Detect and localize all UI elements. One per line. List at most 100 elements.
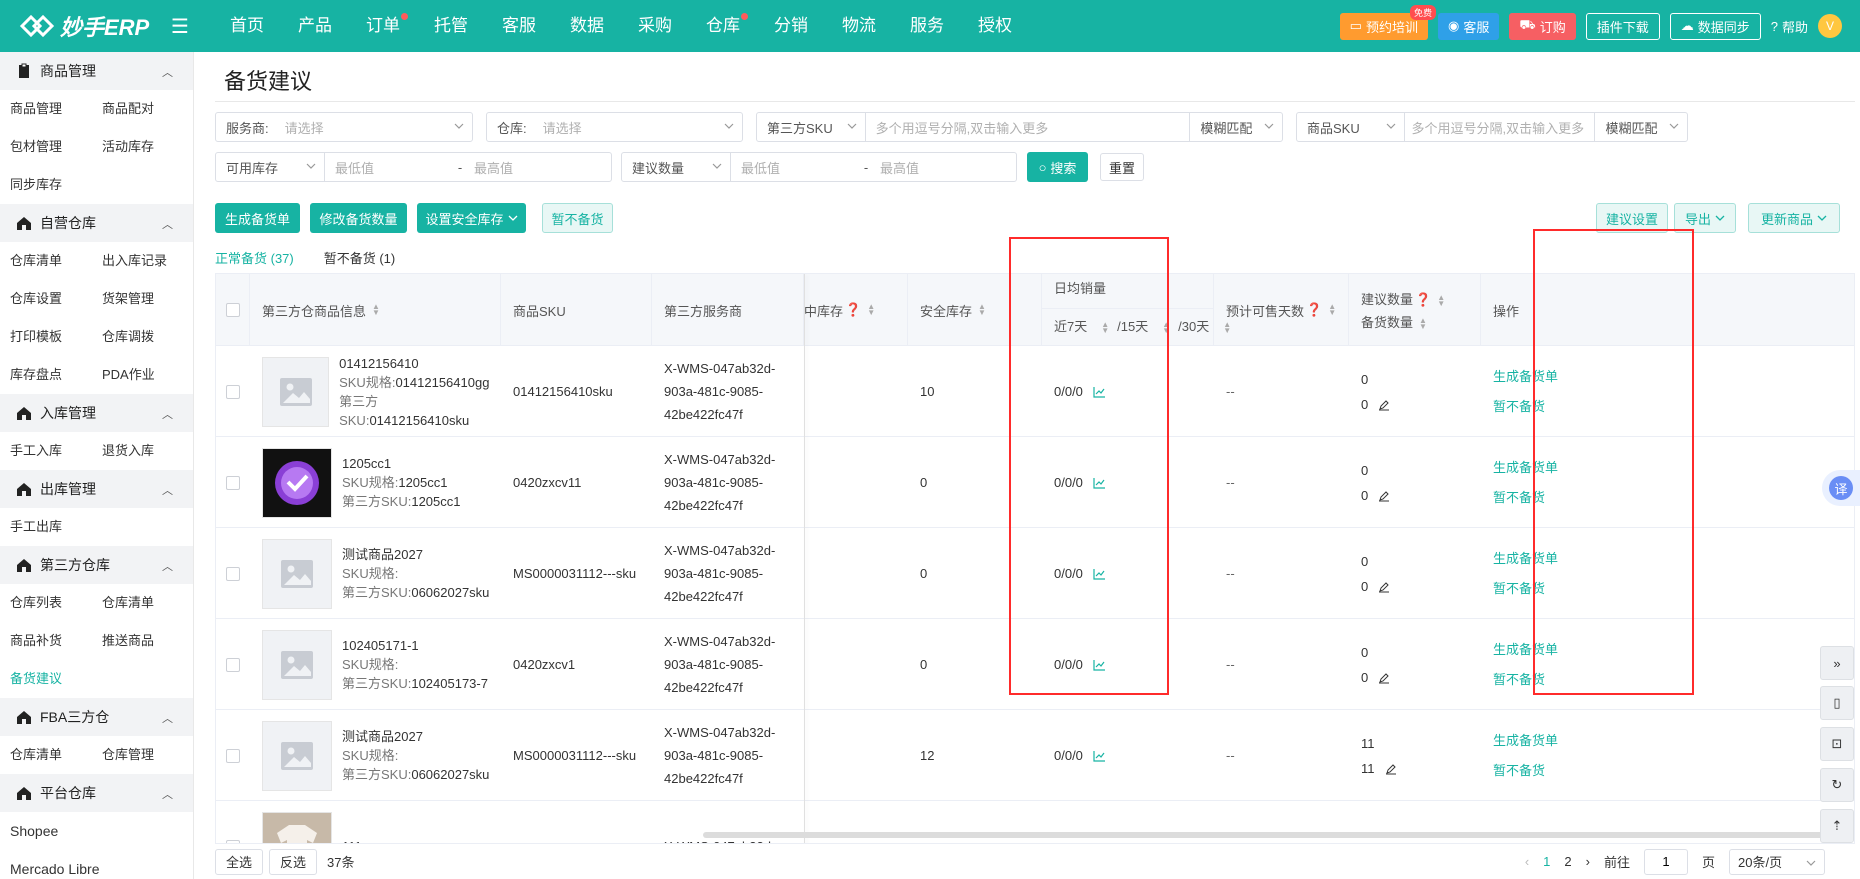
skip-stock-link[interactable]: 暂不备货 (1493, 665, 1558, 695)
edit-pencil-icon[interactable] (1378, 581, 1390, 593)
suggest-max-input[interactable]: 最高值 (876, 153, 1006, 181)
modify-stock-qty-button[interactable]: 修改备货数量 (310, 203, 407, 233)
nav-item-2[interactable]: 订单 (349, 0, 417, 52)
edit-pencil-icon[interactable] (1378, 672, 1390, 684)
translate-button[interactable]: 译 (1822, 470, 1860, 506)
reset-button[interactable]: 重置 (1100, 153, 1144, 181)
logo[interactable]: 妙手ERP (0, 10, 165, 42)
select-all-button[interactable]: 全选 (215, 848, 264, 875)
sidebar-item[interactable]: 包材管理 (10, 128, 102, 166)
nav-item-11[interactable]: 授权 (961, 0, 1029, 52)
header-select-all[interactable] (216, 274, 250, 346)
export-button[interactable]: 导出 (1674, 203, 1736, 233)
sidebar-group-3[interactable]: 出库管理 ︿ (0, 470, 193, 508)
mobile-icon[interactable]: ▯ (1820, 686, 1854, 720)
header-product-info[interactable]: 第三方仓商品信息 ▲ ▼ (250, 274, 501, 346)
sidebar-item[interactable]: 出入库记录 (102, 242, 193, 280)
sidebar-item[interactable]: 商品补货 (10, 622, 102, 660)
generate-stock-order-button[interactable]: 生成备货单 (215, 203, 300, 233)
checkbox[interactable] (226, 657, 240, 672)
provider-select[interactable]: 服务商: 请选择 (215, 112, 473, 142)
set-safety-stock-button[interactable]: 设置安全库存 (417, 203, 526, 233)
sort-icon[interactable]: ▲ ▼ (1101, 321, 1109, 345)
data-sync-button[interactable]: ☁ 数据同步 (1669, 12, 1761, 40)
sidebar-item[interactable]: 备货建议 (10, 660, 102, 698)
nav-item-7[interactable]: 仓库 (689, 0, 757, 52)
invert-selection-button[interactable]: 反选 (269, 848, 318, 875)
back-to-top-icon[interactable]: ⇡ (1820, 809, 1854, 843)
sidebar-item[interactable]: 活动库存 (102, 128, 193, 166)
sidebar-group-6[interactable]: 平台仓库 ︿ (0, 774, 193, 812)
training-button[interactable]: ▭ 预约培训 免费 (1339, 4, 1436, 40)
sidebar-group-5[interactable]: FBA三方仓 ︿ (0, 698, 193, 736)
nav-item-8[interactable]: 分销 (757, 0, 825, 52)
sidebar-group-0[interactable]: 商品管理 ︿ (0, 52, 193, 90)
checkbox[interactable] (226, 303, 240, 317)
third-sku-input[interactable]: 多个用逗号分隔,双击输入更多 (866, 113, 1190, 141)
sidebar-item[interactable]: 仓库列表 (10, 584, 102, 622)
nav-item-4[interactable]: 客服 (485, 0, 553, 52)
sidebar-item[interactable]: 仓库调拨 (102, 318, 193, 356)
checkbox[interactable] (226, 566, 240, 581)
skip-stock-link[interactable]: 暂不备货 (1493, 574, 1558, 604)
refresh-icon[interactable]: ↻ (1820, 768, 1854, 802)
edit-pencil-icon[interactable] (1378, 399, 1390, 411)
suggestion-settings-button[interactable]: 建议设置 (1596, 203, 1668, 233)
sidebar-group-1[interactable]: 自营仓库 ︿ (0, 204, 193, 242)
sort-icon[interactable]: ▲ ▼ (1437, 293, 1445, 307)
sidebar-item[interactable]: 手工入库 (10, 432, 102, 470)
menu-toggle-icon[interactable]: ☰ (165, 14, 195, 39)
sidebar-item-platform[interactable]: Shopee (0, 812, 193, 850)
nav-item-0[interactable]: 首页 (213, 0, 281, 52)
generate-order-link[interactable]: 生成备货单 (1493, 453, 1558, 483)
line-chart-icon[interactable] (1093, 568, 1106, 580)
edit-pencil-icon[interactable] (1385, 763, 1397, 775)
nav-item-5[interactable]: 数据 (553, 0, 621, 52)
sidebar-item-platform[interactable]: Mercado Libre (0, 850, 193, 879)
stock-max-input[interactable]: 最高值 (470, 153, 600, 181)
product-thumbnail[interactable] (262, 629, 332, 700)
header-transit-stock[interactable]: 中库存 ❓ ▲ ▼ (804, 274, 908, 346)
suggest-min-input[interactable]: 最低值 (731, 153, 856, 181)
sidebar-item[interactable]: PDA作业 (102, 356, 193, 394)
goto-page-input[interactable] (1643, 848, 1688, 875)
help-link[interactable]: ? 帮助 (1771, 17, 1808, 36)
generate-order-link[interactable]: 生成备货单 (1493, 362, 1558, 392)
feedback-icon[interactable]: ⊡ (1820, 727, 1854, 761)
fuzzy-match-select[interactable]: 模糊匹配 (1190, 113, 1282, 141)
stock-type-select[interactable]: 可用库存 (216, 153, 324, 181)
sidebar-item[interactable]: 仓库清单 (10, 736, 102, 774)
product-thumbnail[interactable] (262, 447, 332, 518)
product-sku-type-select[interactable]: 商品SKU (1297, 113, 1404, 141)
sidebar-group-2[interactable]: 入库管理 ︿ (0, 394, 193, 432)
product-thumbnail[interactable] (262, 720, 332, 791)
update-products-button[interactable]: 更新商品 (1748, 203, 1840, 233)
nav-item-9[interactable]: 物流 (825, 0, 893, 52)
nav-item-1[interactable]: 产品 (281, 0, 349, 52)
product-sku-input[interactable]: 多个用逗号分隔,双击输入更多 (1405, 113, 1594, 141)
nav-item-10[interactable]: 服务 (893, 0, 961, 52)
nav-item-6[interactable]: 采购 (621, 0, 689, 52)
generate-order-link[interactable]: 生成备货单 (1493, 726, 1558, 756)
prev-page-icon[interactable]: ‹ (1525, 854, 1529, 869)
sort-icon[interactable]: ▲ ▼ (372, 303, 380, 317)
checkbox[interactable] (226, 475, 240, 490)
plugin-download-button[interactable]: 插件下载 (1585, 12, 1660, 40)
header-safety-stock[interactable]: 安全库存 ▲ ▼ (908, 274, 1042, 346)
service-button[interactable]: ◉ 客服 (1437, 12, 1500, 40)
sidebar-item[interactable]: 推送商品 (102, 622, 193, 660)
sidebar-item[interactable]: 商品配对 (102, 90, 193, 128)
line-chart-icon[interactable] (1093, 659, 1106, 671)
line-chart-icon[interactable] (1093, 750, 1106, 762)
header-sellable-days[interactable]: 预计可售天数 ❓ ▲ ▼ (1214, 274, 1349, 346)
product-thumbnail[interactable] (262, 356, 330, 427)
stock-min-input[interactable]: 最低值 (325, 153, 450, 181)
warehouse-select[interactable]: 仓库: 请选择 (486, 112, 743, 142)
skip-stock-link[interactable]: 暂不备货 (1493, 392, 1558, 422)
line-chart-icon[interactable] (1093, 477, 1106, 489)
sidebar-item[interactable]: 库存盘点 (10, 356, 102, 394)
sidebar-item[interactable]: 货架管理 (102, 280, 193, 318)
checkbox[interactable] (226, 384, 240, 399)
third-sku-type-select[interactable]: 第三方SKU (757, 113, 865, 141)
skip-stock-button[interactable]: 暂不备货 (542, 203, 613, 233)
